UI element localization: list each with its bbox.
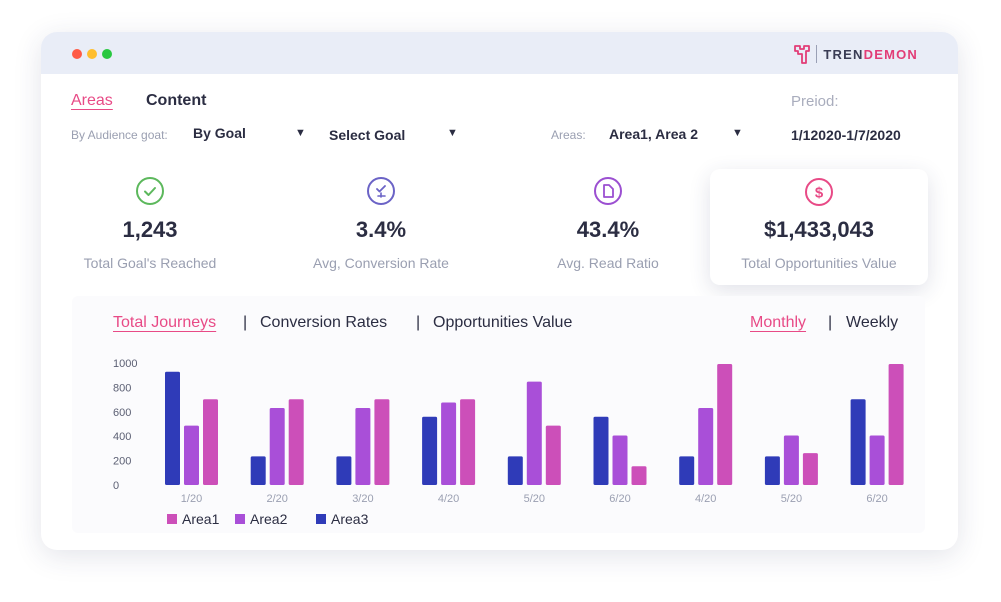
bar-area2[interactable] bbox=[269, 408, 285, 485]
x-tick-label: 3/20 bbox=[352, 493, 373, 505]
goal-type-chevron-down-icon[interactable]: ▼ bbox=[295, 127, 306, 139]
bar-area2[interactable] bbox=[783, 435, 799, 486]
areas-dropdown[interactable]: Area1, Area 2 bbox=[609, 126, 698, 142]
bar-area2[interactable] bbox=[869, 435, 885, 486]
period-label: Preiod: bbox=[791, 93, 839, 110]
legend-label: Area1 bbox=[182, 511, 220, 527]
x-tick-label: 5/20 bbox=[524, 493, 545, 505]
kpi-value: $1,433,043 bbox=[763, 217, 875, 242]
x-tick-label: 6/20 bbox=[866, 493, 887, 505]
x-tick-label: 1/20 bbox=[181, 493, 202, 505]
goal-select-dropdown[interactable]: Select Goal bbox=[329, 127, 405, 143]
conversion-icon bbox=[367, 177, 395, 205]
y-tick-label: 0 bbox=[113, 480, 119, 492]
x-tick-label: 5/20 bbox=[781, 493, 802, 505]
tab-areas[interactable]: Areas bbox=[71, 92, 113, 110]
y-tick-label: 400 bbox=[113, 431, 131, 443]
bar-area3[interactable] bbox=[336, 456, 352, 485]
audience-goal-label: By Audience goat: bbox=[71, 128, 168, 142]
document-icon bbox=[594, 177, 622, 205]
minimize-window-button[interactable] bbox=[87, 49, 97, 59]
kpi-opportunities-value[interactable]: $ $1,433,043 Total Opportunities Value bbox=[710, 169, 928, 285]
svg-text:$: $ bbox=[815, 185, 824, 202]
maximize-window-button[interactable] bbox=[102, 49, 112, 59]
legend-item-area3: Area3 bbox=[316, 511, 368, 527]
brand-name-part1: TREN bbox=[823, 46, 864, 62]
bar-area3[interactable] bbox=[165, 371, 180, 485]
close-window-button[interactable] bbox=[72, 49, 82, 59]
goal-type-dropdown[interactable]: By Goal bbox=[193, 125, 246, 141]
bar-area1[interactable] bbox=[288, 399, 304, 485]
legend-label: Area3 bbox=[331, 511, 369, 527]
bar-area3[interactable] bbox=[250, 456, 266, 485]
legend-item-area1: Area1 bbox=[167, 511, 219, 527]
y-tick-label: 1000 bbox=[113, 358, 137, 370]
legend-item-area2: Area2 bbox=[235, 511, 287, 527]
legend-swatch bbox=[235, 514, 245, 524]
bar-area2[interactable] bbox=[184, 425, 199, 485]
bar-area2[interactable] bbox=[698, 408, 714, 485]
kpi-value: 1,243 bbox=[122, 217, 178, 242]
title-bar: TREN DEMON bbox=[41, 32, 958, 74]
bar-area1[interactable] bbox=[374, 399, 390, 485]
bar-area3[interactable] bbox=[850, 399, 866, 485]
period-value[interactable]: 1/12020-1/7/2020 bbox=[791, 127, 901, 143]
kpi-value: 3.4% bbox=[355, 217, 407, 242]
bar-area3[interactable] bbox=[679, 456, 695, 485]
check-circle-icon bbox=[136, 177, 164, 205]
y-tick-label: 200 bbox=[113, 456, 131, 468]
bar-area1[interactable] bbox=[802, 453, 818, 485]
areas-chevron-down-icon[interactable]: ▼ bbox=[732, 127, 743, 139]
x-tick-label: 4/20 bbox=[695, 493, 716, 505]
y-tick-label: 800 bbox=[113, 382, 131, 394]
kpi-goals-reached: 1,243 Total Goal's Reached bbox=[41, 166, 259, 286]
bar-area2[interactable] bbox=[612, 435, 628, 486]
legend-label: Area2 bbox=[250, 511, 288, 527]
bar-area2[interactable] bbox=[355, 408, 371, 485]
legend-swatch bbox=[316, 514, 326, 524]
dollar-icon: $ bbox=[805, 178, 833, 206]
kpi-value: 43.4% bbox=[576, 217, 640, 242]
x-tick-label: 2/20 bbox=[266, 493, 287, 505]
trendemon-logo-icon bbox=[794, 44, 811, 64]
legend-swatch bbox=[167, 514, 177, 524]
chart-panel: Total Journeys | Conversion Rates | Oppo… bbox=[72, 296, 925, 533]
x-tick-label: 6/20 bbox=[609, 493, 630, 505]
bar-area1[interactable] bbox=[460, 399, 476, 485]
goal-select-chevron-down-icon[interactable]: ▼ bbox=[447, 127, 458, 139]
bar-area3[interactable] bbox=[593, 416, 609, 485]
brand-logo: TREN DEMON bbox=[794, 44, 918, 64]
kpi-label: Avg. Read Ratio bbox=[557, 255, 659, 271]
bar-area1[interactable] bbox=[717, 364, 733, 485]
kpi-read-ratio: 43.4% Avg. Read Ratio bbox=[499, 166, 717, 286]
areas-filter-label: Areas: bbox=[551, 128, 586, 142]
bar-area3[interactable] bbox=[764, 456, 780, 485]
brand-name-part2: DEMON bbox=[863, 46, 918, 62]
y-tick-label: 600 bbox=[113, 407, 131, 419]
kpi-conversion-rate: 3.4% Avg, Conversion Rate bbox=[272, 166, 490, 286]
bar-area2[interactable] bbox=[526, 381, 542, 485]
bar-area1[interactable] bbox=[888, 364, 904, 485]
bar-area1[interactable] bbox=[631, 466, 647, 485]
bar-area3[interactable] bbox=[422, 416, 438, 485]
app-window: TREN DEMON Areas Content By Audience goa… bbox=[41, 32, 958, 550]
bar-area1[interactable] bbox=[203, 399, 218, 485]
brand-divider bbox=[816, 45, 818, 63]
kpi-label: Total Opportunities Value bbox=[741, 255, 897, 271]
tab-content[interactable]: Content bbox=[146, 92, 206, 110]
bar-area3[interactable] bbox=[507, 456, 523, 485]
x-tick-label: 4/20 bbox=[438, 493, 459, 505]
bar-area1[interactable] bbox=[545, 425, 561, 485]
bar-chart: 0 200 400 600 800 1000 1/20 2/20 3/20 4/20 5/20 6/2… bbox=[113, 358, 904, 505]
kpi-label: Total Goal's Reached bbox=[83, 255, 217, 271]
kpi-label: Avg, Conversion Rate bbox=[313, 255, 449, 271]
bar-area2[interactable] bbox=[441, 402, 457, 486]
